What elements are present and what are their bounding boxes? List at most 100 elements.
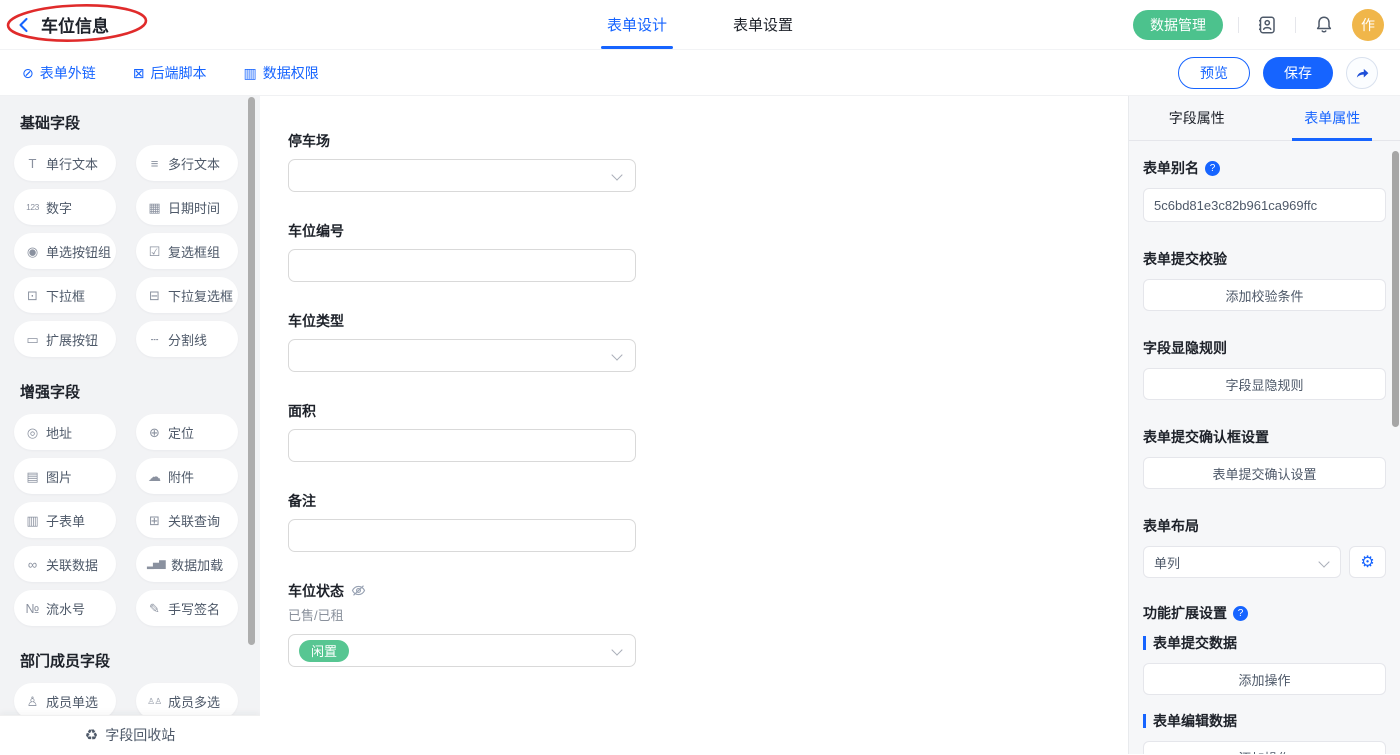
submit-confirm-box-button[interactable]: 表单提交确认设置: [1143, 457, 1386, 489]
tab-form-design[interactable]: 表单设计: [597, 0, 677, 49]
field-label-row: 备注: [288, 492, 636, 509]
field-select[interactable]: [288, 159, 636, 192]
sidebar-group-title: 增强字段: [20, 381, 260, 402]
tab-form-settings[interactable]: 表单设置: [723, 0, 803, 49]
field-select[interactable]: [288, 339, 636, 372]
canvas-field[interactable]: 面积: [288, 402, 636, 462]
tab-field-properties[interactable]: 字段属性: [1129, 96, 1265, 140]
panel-section-title-form-layout: 表单布局: [1143, 516, 1386, 536]
submit-validation-button[interactable]: 添加校验条件: [1143, 279, 1386, 311]
sidebar-scrollbar[interactable]: [248, 97, 255, 645]
signature-icon: ✎: [147, 602, 162, 615]
form-alias-input[interactable]: 5c6bd81e3c82b961ca969ffc: [1143, 188, 1386, 222]
preview-button[interactable]: 预览: [1178, 57, 1250, 89]
toolbar-actions: 预览 保存: [1178, 57, 1378, 89]
field-recycle-bin[interactable]: ♻ 字段回收站: [0, 715, 260, 754]
field-pill-subform[interactable]: ▥子表单: [14, 502, 116, 538]
field-input[interactable]: [288, 249, 636, 282]
tab-form-properties[interactable]: 表单属性: [1265, 96, 1400, 140]
member-multi-icon: ♙♙: [147, 697, 162, 706]
backend-script-action[interactable]: ⊠ 后端脚本: [133, 63, 207, 83]
canvas-field[interactable]: 车位类型: [288, 312, 636, 372]
field-pill-image[interactable]: ▤图片: [14, 458, 116, 494]
form-designer-app: 车位信息 表单设计 表单设置 数据管理: [0, 0, 1400, 755]
field-select[interactable]: 闲置: [288, 634, 636, 667]
avatar[interactable]: 作: [1352, 9, 1384, 41]
sidebar-groups: 基础字段T单行文本≡多行文本123数字▦日期时间◉单选按钮组☑复选框组⊡下拉框⊟…: [0, 112, 260, 754]
section-title-text: 表单别名: [1143, 158, 1199, 178]
dropdown-icon: ⊡: [25, 289, 40, 302]
field-pill-data-load[interactable]: ▂▅▇数据加载: [136, 546, 238, 582]
field-pill-extend-button[interactable]: ▭扩展按钮: [14, 321, 116, 357]
back-chevron-icon: [16, 16, 32, 34]
field-pill-divider[interactable]: ┄分割线: [136, 321, 238, 357]
add-operation-button[interactable]: 添加操作: [1143, 741, 1386, 754]
divider: [1238, 17, 1239, 33]
address-book-icon[interactable]: [1254, 12, 1280, 38]
field-pill-attachment[interactable]: ☁附件: [136, 458, 238, 494]
notification-bell-icon[interactable]: [1311, 12, 1337, 38]
field-pill-member-multi[interactable]: ♙♙成员多选: [136, 683, 238, 719]
help-icon[interactable]: ?: [1233, 606, 1248, 621]
subsection-title-text: 表单提交数据: [1153, 633, 1237, 653]
backend-script-label: 后端脚本: [150, 63, 206, 83]
field-pill-label: 附件: [168, 467, 194, 486]
save-button[interactable]: 保存: [1263, 57, 1333, 89]
form-fields: 停车场车位编号车位类型面积备注车位状态已售/已租闲置: [288, 132, 1128, 667]
subform-icon: ▥: [25, 514, 40, 527]
field-pill-label: 单选按钮组: [46, 242, 111, 261]
divider: [1295, 17, 1296, 33]
layout-settings-gear-icon[interactable]: ⚙: [1349, 546, 1386, 578]
field-pill-number[interactable]: 123数字: [14, 189, 116, 225]
field-pill-datetime[interactable]: ▦日期时间: [136, 189, 238, 225]
data-permission-action[interactable]: ▥ 数据权限: [243, 63, 318, 83]
canvas-field[interactable]: 车位状态已售/已租闲置: [288, 582, 636, 667]
toolbar-links: ⊘ 表单外链 ⊠ 后端脚本 ▥ 数据权限: [22, 63, 319, 83]
section-title-text: 表单提交确认框设置: [1143, 427, 1269, 447]
add-operation-button[interactable]: 添加操作: [1143, 663, 1386, 695]
field-pill-multi-dropdown[interactable]: ⊟下拉复选框: [136, 277, 238, 313]
backend-script-icon: ⊠: [133, 66, 145, 80]
data-manage-button[interactable]: 数据管理: [1133, 10, 1223, 40]
panel-section-title-extension-settings: 功能扩展设置?: [1143, 603, 1386, 623]
field-input[interactable]: [288, 429, 636, 462]
help-icon[interactable]: ?: [1205, 161, 1220, 176]
field-pill-label: 下拉复选框: [168, 286, 233, 305]
multi-line-text-icon: ≡: [147, 157, 162, 170]
field-pill-label: 日期时间: [168, 198, 220, 217]
field-pill-checkbox-group[interactable]: ☑复选框组: [136, 233, 238, 269]
field-pill-dropdown[interactable]: ⊡下拉框: [14, 277, 116, 313]
field-pill-label: 扩展按钮: [46, 330, 98, 349]
field-label-row: 面积: [288, 402, 636, 419]
field-pill-label: 多行文本: [168, 154, 220, 173]
top-right-actions: 数据管理 作: [1133, 9, 1384, 41]
recycle-label: 字段回收站: [105, 725, 175, 745]
field-pill-label: 流水号: [46, 599, 85, 618]
field-pill-member-single[interactable]: ♙成员单选: [14, 683, 116, 719]
field-pill-linked-data[interactable]: ∞关联数据: [14, 546, 116, 582]
field-pill-linked-query[interactable]: ⊞关联查询: [136, 502, 238, 538]
field-pill-single-line-text[interactable]: T单行文本: [14, 145, 116, 181]
canvas-field[interactable]: 车位编号: [288, 222, 636, 282]
canvas-field[interactable]: 备注: [288, 492, 636, 552]
section-title-text: 表单提交校验: [1143, 249, 1227, 269]
data-permission-icon: ▥: [243, 66, 256, 80]
canvas-field[interactable]: 停车场: [288, 132, 636, 192]
sidebar-group-title: 部门成员字段: [20, 650, 260, 671]
panel-scrollbar[interactable]: [1392, 151, 1399, 427]
field-pill-signature[interactable]: ✎手写签名: [136, 590, 238, 626]
field-pill-location[interactable]: ⊕定位: [136, 414, 238, 450]
panel-section-title-form-alias: 表单别名?: [1143, 158, 1386, 178]
field-input[interactable]: [288, 519, 636, 552]
external-link-action[interactable]: ⊘ 表单外链: [22, 63, 96, 83]
field-label: 面积: [288, 401, 316, 421]
share-button[interactable]: [1346, 57, 1378, 89]
field-visibility-rules-button[interactable]: 字段显隐规则: [1143, 368, 1386, 400]
field-pill-radio-group[interactable]: ◉单选按钮组: [14, 233, 116, 269]
back-button[interactable]: 车位信息: [16, 12, 109, 37]
form-layout-select[interactable]: 单列: [1143, 546, 1341, 578]
field-pill-multi-line-text[interactable]: ≡ 多行文本: [136, 145, 238, 181]
field-pill-serial-number[interactable]: №流水号: [14, 590, 116, 626]
field-pill-address[interactable]: ◎地址: [14, 414, 116, 450]
form-layout-value: 单列: [1154, 553, 1180, 572]
